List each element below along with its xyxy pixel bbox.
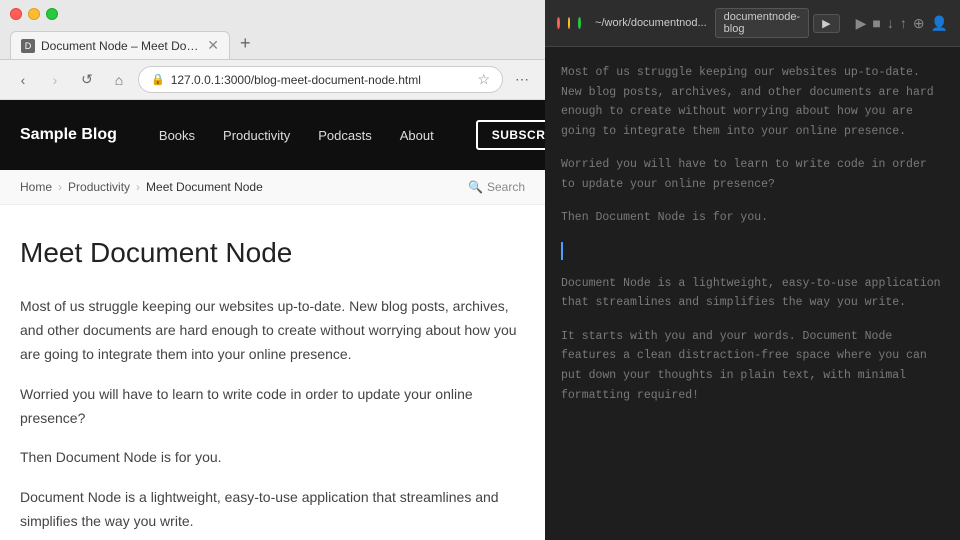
term-tab[interactable]: documentnode-blog (715, 8, 809, 38)
browser-chrome: D Document Node – Meet Docu… ✕ + (0, 0, 545, 60)
article-para-2: Worried you will have to learn to write … (20, 383, 520, 431)
article-para-1: Most of us struggle keeping our websites… (20, 295, 520, 366)
breadcrumb-sep-1: › (58, 180, 62, 194)
nav-about[interactable]: About (388, 122, 446, 149)
maximize-button[interactable] (46, 8, 58, 20)
subscribe-button[interactable]: SUBSCRIBE (476, 120, 545, 150)
term-para-2: Worried you will have to learn to write … (561, 155, 944, 194)
lock-icon: 🔒 (151, 73, 165, 86)
forward-button[interactable]: › (42, 67, 68, 93)
term-cursor-line (561, 242, 944, 260)
address-input[interactable]: 🔒 127.0.0.1:3000/blog-meet-document-node… (138, 66, 503, 93)
terminal-titlebar: ~/work/documentnod... documentnode-blog … (545, 0, 960, 47)
term-tab-bar: documentnode-blog ▶ (715, 8, 840, 38)
browser-tabs: D Document Node – Meet Docu… ✕ + (10, 28, 535, 59)
close-button[interactable] (10, 8, 22, 20)
term-icon-4[interactable]: ↑ (900, 15, 907, 32)
traffic-lights (10, 8, 535, 20)
back-button[interactable]: ‹ (10, 67, 36, 93)
term-para-4: Document Node is a lightweight, easy-to-… (561, 274, 944, 313)
article-body: Meet Document Node Most of us struggle k… (0, 205, 540, 540)
reload-button[interactable]: ↺ (74, 67, 100, 93)
active-tab[interactable]: D Document Node – Meet Docu… ✕ (10, 31, 230, 59)
address-text: 127.0.0.1:3000/blog-meet-document-node.h… (171, 73, 421, 87)
term-minimize-button[interactable] (568, 17, 571, 29)
search-icon: 🔍 (468, 180, 483, 194)
blog-container: Sample Blog Books Productivity Podcasts … (0, 100, 545, 540)
search-label: Search (487, 180, 525, 194)
tab-close-icon[interactable]: ✕ (207, 37, 219, 54)
term-para-1: Most of us struggle keeping our websites… (561, 63, 944, 141)
nav-productivity[interactable]: Productivity (211, 122, 302, 149)
tab-favicon: D (21, 39, 35, 53)
breadcrumb-home[interactable]: Home (20, 180, 52, 194)
minimize-button[interactable] (28, 8, 40, 20)
browser-panel: D Document Node – Meet Docu… ✕ + ‹ › ↺ ⌂… (0, 0, 545, 540)
term-para-5: It starts with you and your words. Docum… (561, 327, 944, 405)
home-button[interactable]: ⌂ (106, 67, 132, 93)
blog-header: Sample Blog Books Productivity Podcasts … (0, 100, 545, 170)
blog-nav: Books Productivity Podcasts About (147, 122, 446, 149)
article-para-4: Document Node is a lightweight, easy-to-… (20, 486, 520, 534)
term-icon-2[interactable]: ■ (872, 15, 880, 32)
blog-logo: Sample Blog (20, 126, 117, 144)
term-icon-3[interactable]: ↓ (887, 15, 894, 32)
breadcrumb-section[interactable]: Productivity (68, 180, 130, 194)
nav-podcasts[interactable]: Podcasts (306, 122, 383, 149)
term-maximize-button[interactable] (578, 17, 581, 29)
extensions-button[interactable]: ⋯ (509, 67, 535, 93)
blog-header-inner: Sample Blog Books Productivity Podcasts … (20, 120, 525, 150)
term-close-button[interactable] (557, 17, 560, 29)
breadcrumb-sep-2: › (136, 180, 140, 194)
term-icon-1[interactable]: ▶ (856, 15, 867, 32)
article-title: Meet Document Node (20, 235, 520, 271)
terminal-panel: ~/work/documentnod... documentnode-blog … (545, 0, 960, 540)
article-para-3: Then Document Node is for you. (20, 446, 520, 470)
term-icon-5[interactable]: ⊕ (913, 15, 925, 32)
breadcrumb: Home › Productivity › Meet Document Node… (0, 170, 545, 205)
term-add-tab[interactable]: ▶ (813, 14, 839, 33)
breadcrumb-current: Meet Document Node (146, 180, 263, 194)
bookmark-icon[interactable]: ☆ (477, 71, 490, 88)
term-para-3: Then Document Node is for you. (561, 208, 944, 228)
term-icons: ▶ ■ ↓ ↑ ⊕ 👤 (856, 15, 948, 32)
terminal-content[interactable]: Most of us struggle keeping our websites… (545, 47, 960, 540)
tab-title: Document Node – Meet Docu… (41, 39, 201, 53)
term-cursor (561, 242, 563, 260)
terminal-title: ~/work/documentnod... (595, 17, 707, 29)
term-icon-6[interactable]: 👤 (931, 15, 948, 32)
nav-books[interactable]: Books (147, 122, 207, 149)
address-bar-row: ‹ › ↺ ⌂ 🔒 127.0.0.1:3000/blog-meet-docum… (0, 60, 545, 100)
new-tab-button[interactable]: + (232, 28, 259, 59)
breadcrumb-search[interactable]: 🔍 Search (468, 180, 525, 194)
